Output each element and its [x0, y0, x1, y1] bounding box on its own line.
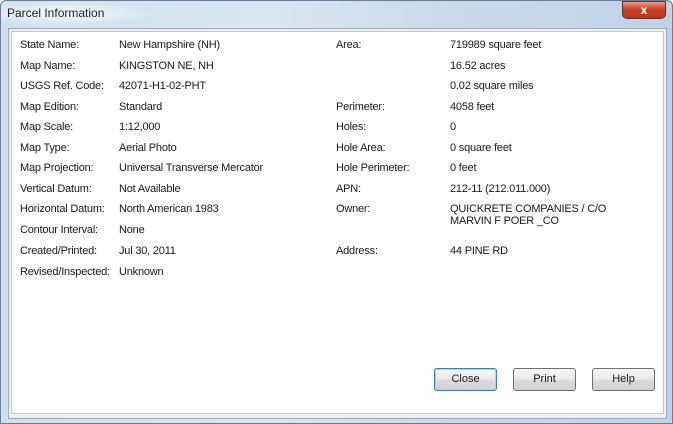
value-owner: QUICKRETE COMPANIES / C/O MARVIN F POER … — [450, 203, 607, 227]
help-button[interactable]: Help — [592, 368, 655, 391]
value-state-name: New Hampshire (NH) — [119, 39, 220, 51]
label-horizontal-datum: Horizontal Datum: — [20, 203, 105, 215]
label-area: Area: — [336, 39, 362, 51]
label-map-name: Map Name: — [20, 60, 76, 72]
value-revised-inspected: Unknown — [119, 266, 164, 278]
value-area-acres: 16.52 acres — [450, 60, 506, 72]
label-map-scale: Map Scale: — [20, 121, 74, 133]
title-bar[interactable]: Parcel Information x — [1, 1, 672, 27]
value-vertical-datum: Not Available — [119, 183, 181, 195]
value-map-projection: Universal Transverse Mercator — [119, 162, 263, 174]
value-holes: 0 — [450, 121, 456, 133]
value-map-name: KINGSTON NE, NH — [119, 60, 214, 72]
label-perimeter: Perimeter: — [336, 101, 385, 113]
label-apn: APN: — [336, 183, 361, 195]
value-address: 44 PINE RD — [450, 245, 508, 257]
label-contour-interval: Contour Interval: — [20, 224, 98, 236]
close-icon: x — [640, 3, 648, 17]
label-owner: Owner: — [336, 203, 371, 215]
value-perimeter: 4058 feet — [450, 101, 495, 113]
label-hole-perimeter: Hole Perimeter: — [336, 162, 410, 174]
label-state-name: State Name: — [20, 39, 79, 51]
value-horizontal-datum: North American 1983 — [119, 203, 219, 215]
value-hole-area: 0 square feet — [450, 142, 512, 154]
label-hole-area: Hole Area: — [336, 142, 386, 154]
value-map-scale: 1:12,000 — [119, 121, 161, 133]
value-created-printed: Jul 30, 2011 — [119, 245, 176, 257]
label-map-projection: Map Projection: — [20, 162, 94, 174]
window-close-button[interactable]: x — [622, 1, 666, 19]
value-hole-perimeter: 0 feet — [450, 162, 477, 174]
close-button[interactable]: Close — [434, 368, 497, 391]
value-usgs-ref-code: 42071-H1-02-PHT — [119, 80, 206, 92]
value-map-type: Aerial Photo — [119, 142, 177, 154]
dialog-client-area: State Name: Map Name: USGS Ref. Code: Ma… — [8, 28, 667, 419]
label-holes: Holes: — [336, 121, 366, 133]
label-map-edition: Map Edition: — [20, 101, 79, 113]
window-title: Parcel Information — [7, 6, 105, 20]
value-apn: 212-11 (212.011.000) — [450, 183, 551, 195]
label-address: Address: — [336, 245, 378, 257]
label-revised-inspected: Revised/Inspected: — [20, 266, 110, 278]
print-button[interactable]: Print — [513, 368, 576, 391]
label-vertical-datum: Vertical Datum: — [20, 183, 92, 195]
parcel-information-window: Parcel Information x State Name: Map Nam… — [0, 0, 673, 424]
value-map-edition: Standard — [119, 101, 163, 113]
value-area-sqft: 719989 square feet — [450, 39, 542, 51]
info-panel: State Name: Map Name: USGS Ref. Code: Ma… — [11, 31, 664, 414]
label-usgs-ref-code: USGS Ref. Code: — [20, 80, 104, 92]
label-created-printed: Created/Printed: — [20, 245, 97, 257]
value-contour-interval: None — [119, 224, 145, 236]
label-map-type: Map Type: — [20, 142, 70, 154]
value-area-sqmi: 0.02 square miles — [450, 80, 534, 92]
